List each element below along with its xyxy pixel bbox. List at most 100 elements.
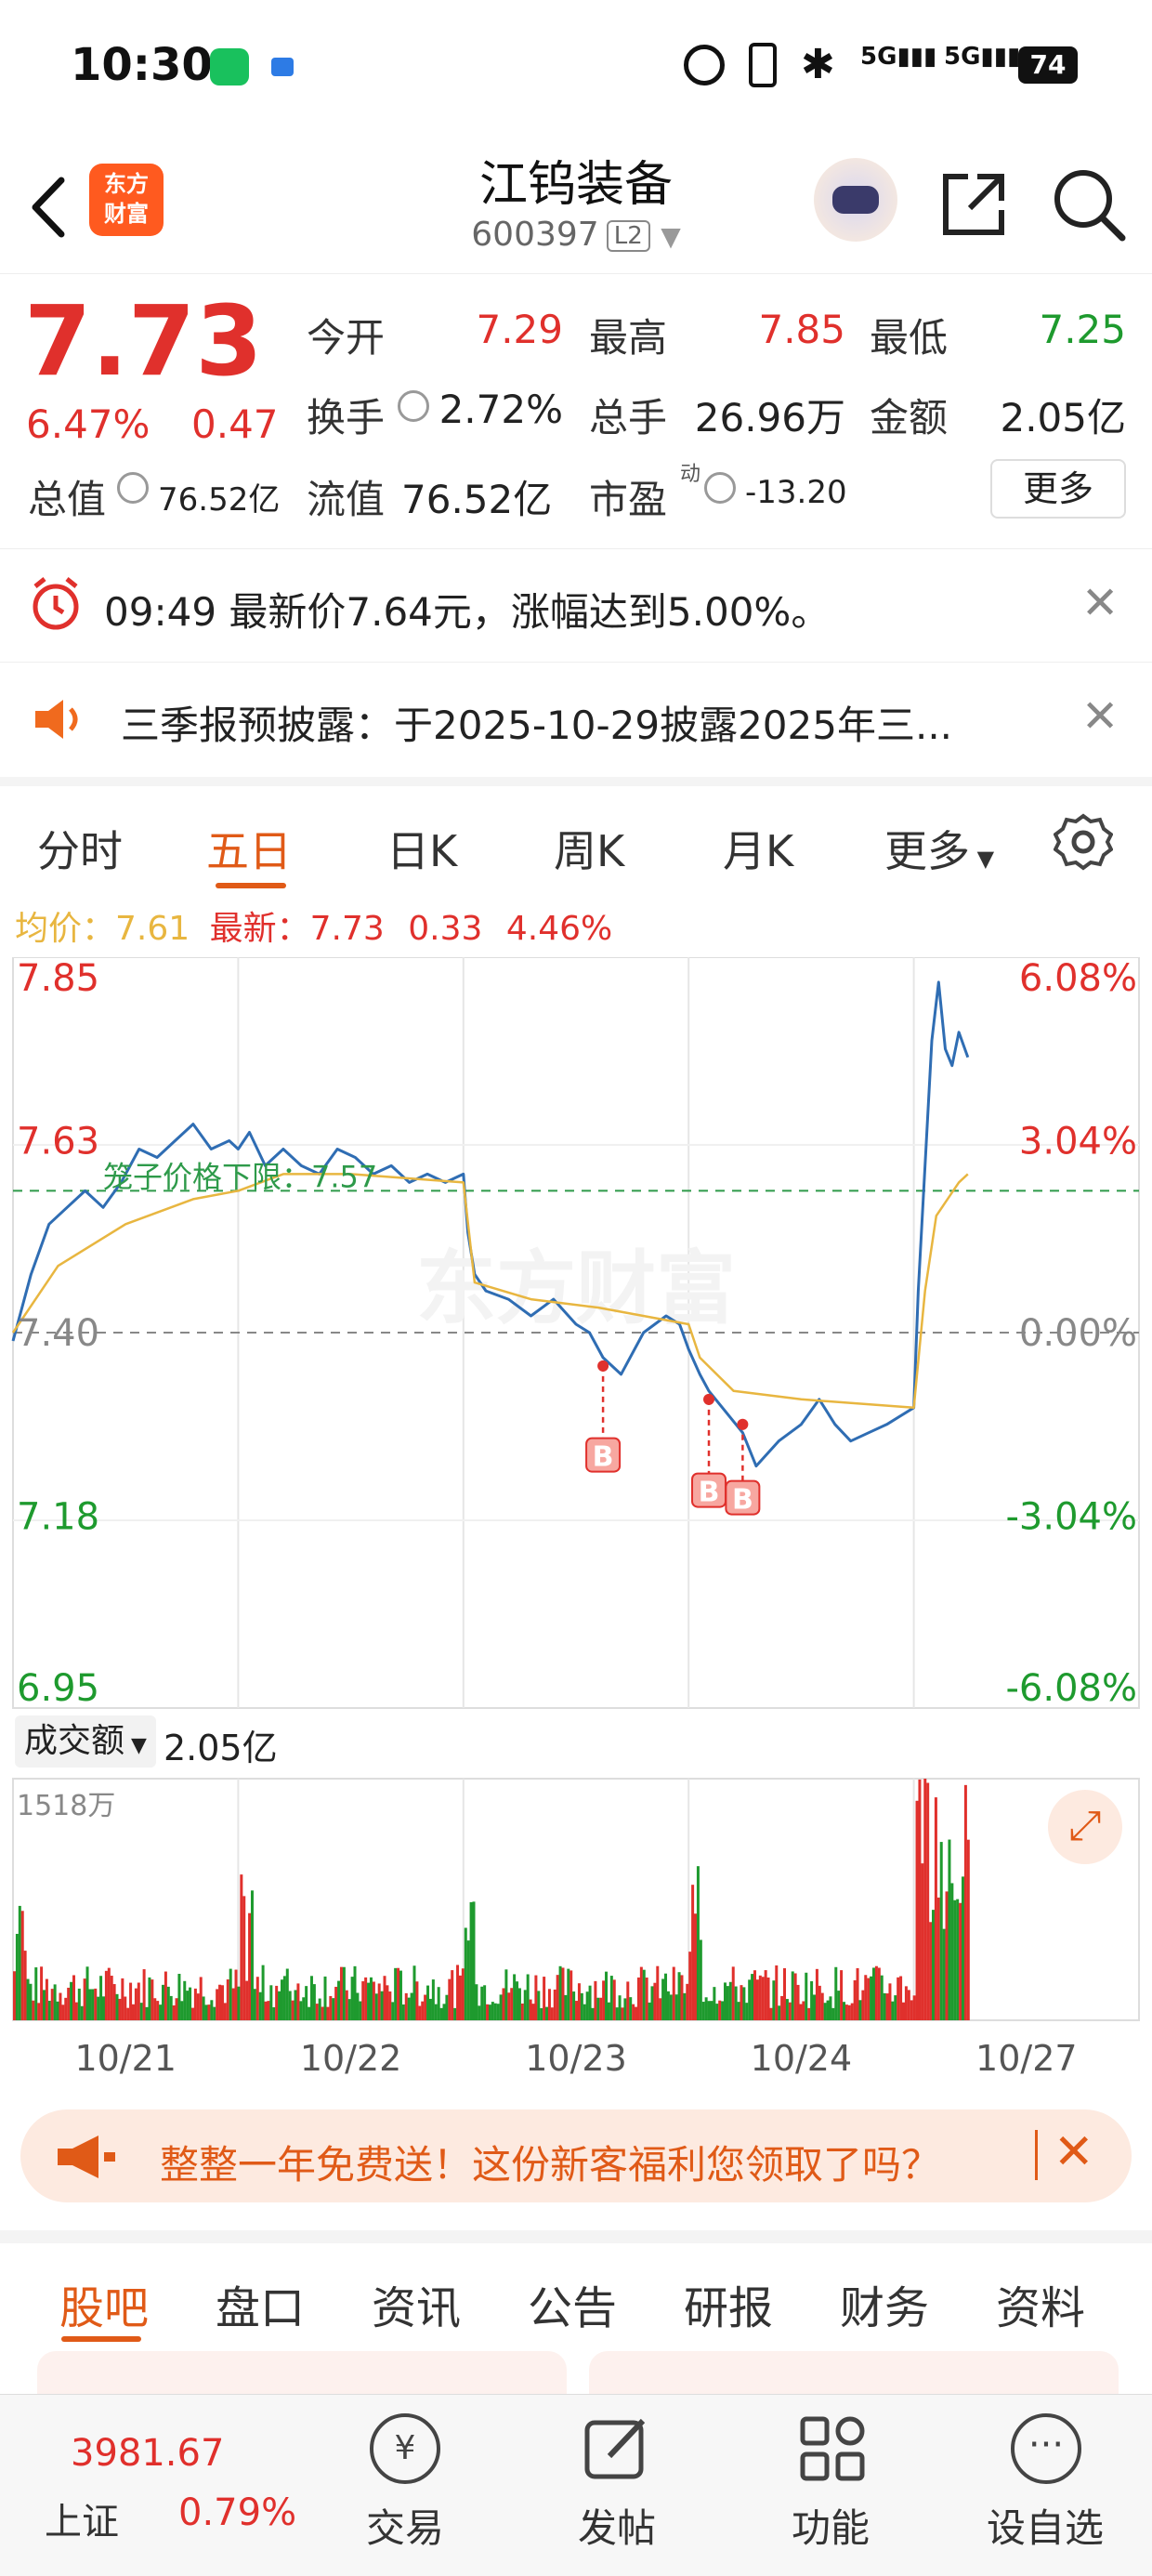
volume-bar: [837, 1991, 841, 2020]
close-icon[interactable]: ✕: [1081, 577, 1119, 629]
volume-bar: [367, 1982, 371, 2020]
volume-bar: [726, 1986, 729, 2020]
volume-bar: [305, 1986, 308, 2020]
promo-divider: [1035, 2130, 1038, 2180]
volume-bar: [761, 1977, 765, 2020]
tab-research[interactable]: 研报: [684, 2271, 773, 2336]
x-tick-label: 10/21: [74, 2038, 177, 2079]
volume-bar: [766, 1977, 770, 2020]
volume-bar: [59, 1992, 62, 2020]
promo-banner[interactable]: 整整一年免费送！这份新客福利您领取了吗？ ✕: [20, 2109, 1132, 2202]
robot-assistant-icon[interactable]: [814, 158, 897, 242]
volume-bar: [312, 1984, 316, 2020]
five-day-price-chart[interactable]: 东方财富 BB B 7.85 6.08%7.63 3.04%7.40 0.00%7.18…: [0, 957, 1152, 2091]
expand-icon[interactable]: ⤢: [1048, 1790, 1122, 1864]
tab-more-label: 更多: [884, 826, 970, 876]
volume-bar: [899, 1976, 903, 2020]
volume-bar: [97, 1996, 100, 2020]
gear-icon[interactable]: [1054, 812, 1113, 872]
info-icon[interactable]: [398, 390, 429, 422]
tab-forum[interactable]: 股吧: [59, 2271, 149, 2336]
volume-bar: [953, 1899, 957, 2020]
signal-5g-icon-2: 5G▮▮▮: [944, 43, 1021, 71]
volume-bar: [883, 1992, 886, 2020]
volume-bar: [61, 2004, 65, 2020]
volume-bar: [415, 1981, 419, 2020]
volume-bar: [948, 1839, 951, 2020]
close-icon[interactable]: ✕: [1054, 2124, 1094, 2180]
vibrate-icon: [749, 43, 777, 87]
volume-bar: [907, 1990, 910, 2020]
search-icon[interactable]: [1050, 165, 1128, 243]
nav-functions[interactable]: 功能: [792, 2497, 870, 2554]
volume-bar: [275, 1985, 279, 2020]
report-notice[interactable]: 三季报预披露：于2025-10-29披露2025年三... ✕: [0, 662, 1152, 773]
avg-value: 7.61: [115, 910, 190, 948]
info-icon-2[interactable]: [117, 472, 149, 504]
tab-announcements[interactable]: 公告: [528, 2271, 617, 2336]
volume-total: 2.05亿: [164, 1728, 278, 1768]
volume-bar: [364, 1977, 368, 2020]
volume-bar: [248, 1912, 252, 2020]
nav-add-watchlist[interactable]: 设自选: [987, 2497, 1104, 2554]
volume-bar: [805, 1972, 808, 2020]
volume-bar: [253, 1989, 256, 2020]
volume-bar: [677, 1972, 681, 2020]
volume-bar: [288, 1991, 292, 2020]
more-button[interactable]: 更多: [990, 459, 1126, 519]
volume-bar: [250, 1890, 254, 2020]
nav-trade[interactable]: 交易: [366, 2497, 444, 2554]
pe-sup: 动: [680, 463, 701, 486]
megaphone-icon: [58, 2136, 115, 2178]
volume-bar: [880, 1975, 884, 2020]
x-tick-label: 10/22: [300, 2038, 402, 2079]
post-edit-icon: [584, 2418, 646, 2479]
volume-bar: [321, 2006, 324, 2020]
volume-bar: [740, 1985, 743, 2020]
y-tick-left: 6.95: [17, 1667, 99, 1710]
volume-bar: [959, 1902, 962, 2020]
volume-bar: [258, 1991, 262, 2020]
volume-bar: [434, 2004, 438, 2020]
volume-bar: [540, 2007, 543, 2020]
y-tick-right: 3.04%: [1019, 1121, 1137, 1163]
nav-post[interactable]: 发帖: [578, 2497, 656, 2554]
share-icon[interactable]: [938, 169, 1009, 240]
volume-bar: [161, 1984, 164, 2020]
price-alert-notice[interactable]: 09:49 最新价7.64元，涨幅达到5.00%。 ✕: [0, 548, 1152, 660]
tab-orderbook[interactable]: 盘口: [216, 2271, 305, 2336]
volume-bar: [961, 1876, 964, 2020]
latest-value: 7.73: [309, 910, 385, 948]
tab-daily-k[interactable]: 日K: [386, 818, 457, 879]
chevron-down-icon: ▼: [661, 221, 681, 252]
volume-bar: [13, 1971, 16, 2020]
volume-bar: [510, 1988, 514, 2020]
chart-period-tabs: 分时 五日 日K 周K 月K 更多 ▼: [0, 777, 1152, 888]
volume-bar: [793, 1973, 797, 2020]
volume-bar: [453, 2007, 457, 2020]
volume-selector[interactable]: 成交额 ▼: [15, 1715, 156, 1768]
volume-bar: [891, 2001, 895, 2020]
info-icon-3[interactable]: [704, 472, 736, 504]
tab-five-day[interactable]: 五日: [206, 818, 292, 879]
tab-weekly-k[interactable]: 周K: [554, 818, 624, 879]
tab-intraday[interactable]: 分时: [37, 818, 123, 879]
tab-more[interactable]: 更多 ▼: [884, 818, 994, 879]
volume-bar: [428, 1998, 432, 2020]
volume-bar: [553, 1989, 556, 2020]
volume-bar: [91, 1989, 95, 2020]
close-icon[interactable]: ✕: [1081, 690, 1119, 743]
volume-bar: [151, 1979, 154, 2020]
volume-bar: [50, 1989, 54, 2020]
tab-finance[interactable]: 财务: [840, 2271, 929, 2336]
status-time: 10:30: [71, 39, 213, 91]
volume-bar: [840, 1970, 844, 2020]
volume-bar: [186, 1991, 190, 2020]
volume-bar: [543, 1977, 546, 2020]
volume-bar: [517, 1988, 521, 2020]
tab-news[interactable]: 资讯: [372, 2271, 461, 2336]
volume-bar: [594, 1980, 597, 2020]
volume-bar: [751, 1974, 754, 2020]
tab-monthly-k[interactable]: 月K: [723, 818, 793, 879]
tab-profile[interactable]: 资料: [996, 2271, 1085, 2336]
